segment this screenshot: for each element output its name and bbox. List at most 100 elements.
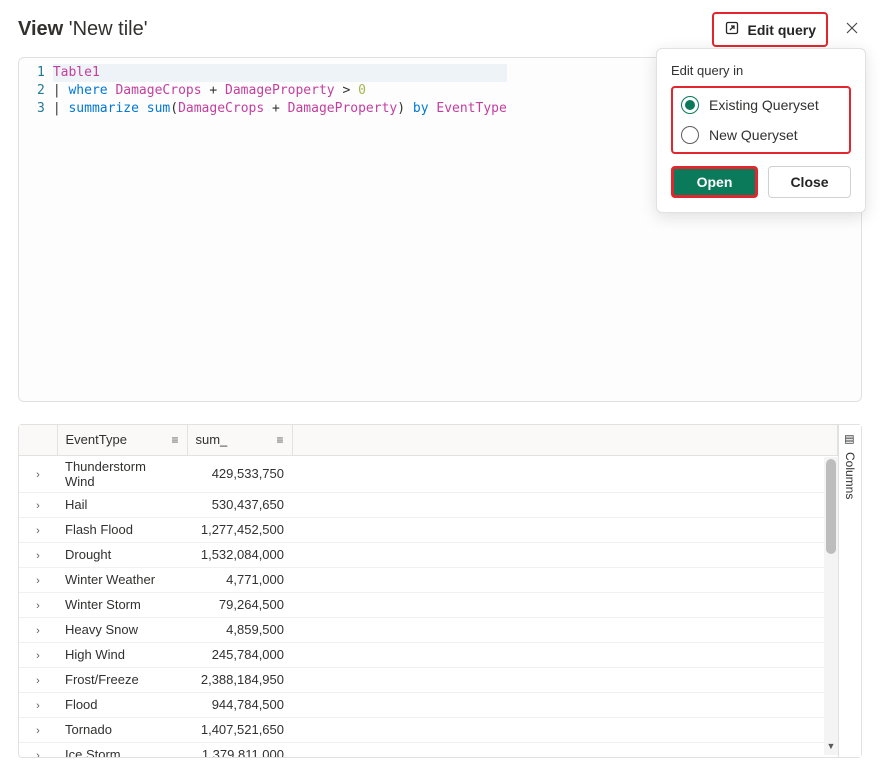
open-button[interactable]: Open — [671, 166, 758, 198]
column-expand[interactable] — [19, 425, 57, 455]
table-row[interactable]: › Hail530,437,650 — [19, 492, 838, 517]
expand-cell[interactable]: › — [19, 692, 57, 717]
close-button[interactable] — [842, 20, 862, 40]
cell-sum: 79,264,500 — [187, 592, 292, 617]
columns-tab-label: Columns — [843, 452, 857, 499]
cell-eventtype: Ice Storm — [57, 742, 187, 757]
dropdown-label: Edit query in — [671, 63, 851, 78]
cell-spacer — [292, 642, 838, 667]
cell-eventtype: Flash Flood — [57, 517, 187, 542]
table-scroll[interactable]: EventType ≡ sum_ ≡ › Thunderstorm Wind429… — [19, 425, 838, 757]
table-row[interactable]: › Flash Flood1,277,452,500 — [19, 517, 838, 542]
header: View 'New tile' Edit query — [18, 12, 862, 47]
title-prefix: View — [18, 18, 63, 40]
cell-sum: 944,784,500 — [187, 692, 292, 717]
expand-cell[interactable]: › — [19, 517, 57, 542]
column-sum[interactable]: sum_ ≡ — [187, 425, 292, 455]
cell-sum: 4,771,000 — [187, 567, 292, 592]
cell-spacer — [292, 492, 838, 517]
chevron-right-icon: › — [36, 700, 40, 712]
cell-eventtype: Winter Storm — [57, 592, 187, 617]
expand-cell[interactable]: › — [19, 667, 57, 692]
edit-query-button[interactable]: Edit query — [712, 12, 828, 47]
chevron-right-icon: › — [36, 625, 40, 637]
cell-spacer — [292, 592, 838, 617]
table-row[interactable]: ›Heavy Snow4,859,500 — [19, 617, 838, 642]
expand-cell[interactable]: › — [19, 617, 57, 642]
cell-sum: 1,277,452,500 — [187, 517, 292, 542]
close-button-label: Close — [790, 174, 828, 190]
chevron-right-icon: › — [36, 575, 40, 587]
cell-spacer — [292, 692, 838, 717]
column-header-label: sum_ — [196, 432, 228, 447]
close-dropdown-button[interactable]: Close — [768, 166, 851, 198]
cell-eventtype: Drought — [57, 542, 187, 567]
radio-new-queryset[interactable]: New Queryset — [675, 120, 847, 150]
code-lines: Table1| where DamageCrops + DamageProper… — [53, 58, 507, 401]
cell-spacer — [292, 742, 838, 757]
column-spacer — [292, 425, 838, 455]
open-button-label: Open — [697, 174, 733, 190]
cell-spacer — [292, 667, 838, 692]
results-panel: EventType ≡ sum_ ≡ › Thunderstorm Wind429… — [18, 424, 862, 758]
table-row[interactable]: › Thunderstorm Wind429,533,750 — [19, 455, 838, 492]
cell-spacer — [292, 617, 838, 642]
results-table: EventType ≡ sum_ ≡ › Thunderstorm Wind429… — [19, 425, 838, 757]
chevron-right-icon: › — [36, 500, 40, 512]
table-row[interactable]: ›Ice Storm1,379,811,000 — [19, 742, 838, 757]
edit-query-label: Edit query — [748, 22, 816, 38]
chevron-right-icon: › — [36, 469, 40, 481]
cell-spacer — [292, 567, 838, 592]
columns-side-tab[interactable]: ▥ Columns — [838, 425, 861, 757]
cell-spacer — [292, 717, 838, 742]
table-row[interactable]: ›Frost/Freeze2,388,184,950 — [19, 667, 838, 692]
queryset-radio-group: Existing Queryset New Queryset — [671, 86, 851, 154]
column-eventtype[interactable]: EventType ≡ — [57, 425, 187, 455]
table-row[interactable]: › Winter Storm79,264,500 — [19, 592, 838, 617]
chevron-right-icon: › — [36, 725, 40, 737]
page-title: View 'New tile' — [18, 18, 148, 41]
expand-cell[interactable]: › — [19, 642, 57, 667]
cell-sum: 530,437,650 — [187, 492, 292, 517]
expand-cell[interactable]: › — [19, 542, 57, 567]
scrollbar-thumb[interactable] — [826, 459, 836, 554]
expand-cell[interactable]: › — [19, 455, 57, 492]
cell-sum: 2,388,184,950 — [187, 667, 292, 692]
cell-eventtype: Flood — [57, 692, 187, 717]
radio-label: New Queryset — [709, 127, 798, 143]
column-menu-icon[interactable]: ≡ — [171, 433, 178, 447]
chevron-right-icon: › — [36, 675, 40, 687]
vertical-scrollbar[interactable]: ▼ — [824, 457, 838, 755]
cell-spacer — [292, 517, 838, 542]
expand-cell[interactable]: › — [19, 567, 57, 592]
table-row[interactable]: › Winter Weather4,771,000 — [19, 567, 838, 592]
open-external-icon — [724, 20, 740, 39]
cell-spacer — [292, 542, 838, 567]
cell-sum: 1,407,521,650 — [187, 717, 292, 742]
chevron-right-icon: › — [36, 550, 40, 562]
expand-cell[interactable]: › — [19, 742, 57, 757]
scroll-down-arrow[interactable]: ▼ — [824, 741, 838, 755]
table-row[interactable]: › Drought1,532,084,000 — [19, 542, 838, 567]
expand-cell[interactable]: › — [19, 717, 57, 742]
radio-label: Existing Queryset — [709, 97, 819, 113]
cell-eventtype: Hail — [57, 492, 187, 517]
cell-eventtype: Thunderstorm Wind — [57, 455, 187, 492]
cell-sum: 429,533,750 — [187, 455, 292, 492]
table-row[interactable]: › Flood944,784,500 — [19, 692, 838, 717]
radio-existing-queryset[interactable]: Existing Queryset — [675, 90, 847, 120]
table-row[interactable]: ›High Wind245,784,000 — [19, 642, 838, 667]
edit-query-dropdown: Edit query in Existing Queryset New Quer… — [656, 48, 866, 213]
cell-spacer — [292, 455, 838, 492]
expand-cell[interactable]: › — [19, 492, 57, 517]
chevron-right-icon: › — [36, 525, 40, 537]
cell-sum: 4,859,500 — [187, 617, 292, 642]
cell-sum: 1,379,811,000 — [187, 742, 292, 757]
cell-sum: 1,532,084,000 — [187, 542, 292, 567]
columns-icon: ▥ — [844, 434, 857, 444]
cell-eventtype: Winter Weather — [57, 567, 187, 592]
table-row[interactable]: ›Tornado1,407,521,650 — [19, 717, 838, 742]
expand-cell[interactable]: › — [19, 592, 57, 617]
chevron-right-icon: › — [36, 600, 40, 612]
column-menu-icon[interactable]: ≡ — [276, 433, 283, 447]
